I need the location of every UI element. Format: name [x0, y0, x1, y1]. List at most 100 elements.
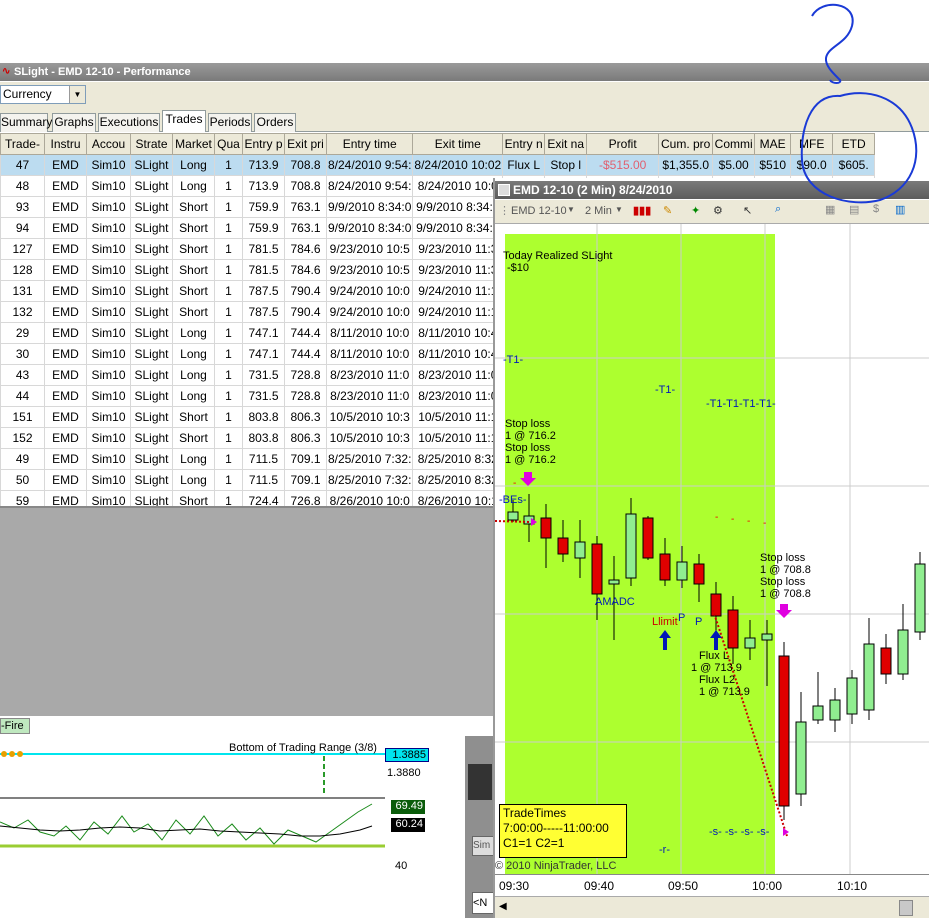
indicator-svg — [0, 751, 385, 848]
x-tick-label: 09:40 — [584, 879, 615, 893]
column-header[interactable]: Cum. pro — [658, 133, 714, 155]
candle-down — [557, 537, 569, 555]
stop-loss-label: Stop loss — [505, 418, 551, 430]
cell-qty: 1 — [214, 154, 243, 176]
table-cell: 9/23/2010 10:5 — [325, 238, 414, 260]
chevron-down-icon[interactable]: ▼ — [69, 86, 85, 103]
tab-summary[interactable]: Summary — [0, 113, 52, 132]
table-cell: 132 — [0, 301, 45, 323]
table-cell: SLight — [130, 322, 173, 344]
performance-window-title: ∿ SLight - EMD 12-10 - Performance — [0, 63, 929, 81]
candle-up — [829, 699, 841, 721]
instrument-chevron-down-icon[interactable]: ▼ — [567, 205, 575, 214]
x-tick-label: 09:50 — [668, 879, 699, 893]
chart-scrollbar[interactable]: ◀ — [495, 896, 929, 918]
candle-down — [710, 593, 722, 617]
candle-up — [744, 637, 756, 649]
tab-graphs[interactable]: Graphs — [52, 113, 96, 132]
table-cell: 1 — [214, 280, 243, 302]
table-cell: EMD — [44, 406, 87, 428]
table-cell: 784.6 — [284, 238, 327, 260]
table-row-selected[interactable]: 47 EMD Sim10 SLight Long 1 713.9 708.8 8… — [0, 154, 876, 176]
signal-label: AMADC — [595, 596, 635, 608]
indicator-icon[interactable]: ✦ — [691, 204, 700, 217]
table-cell: 759.9 — [242, 196, 285, 218]
table-cell: 781.5 — [242, 238, 285, 260]
column-header[interactable]: Instru — [44, 133, 87, 155]
indicator-tab[interactable]: -Fire — [0, 718, 30, 734]
tab-executions[interactable]: Executions — [98, 113, 160, 132]
candle-up — [574, 541, 586, 559]
table-cell: 724.4 — [242, 490, 285, 506]
column-header[interactable]: Strate — [130, 133, 173, 155]
column-header[interactable]: Entry time — [325, 133, 414, 155]
column-header[interactable]: MAE — [754, 133, 792, 155]
price-chart[interactable]: - - - - - Today Realized SLight -$10 -T1- -T… — [494, 224, 929, 874]
oscillator-badge-fast: 69.49 — [391, 800, 425, 814]
table-cell: SLight — [130, 490, 173, 506]
table-cell: 1 — [214, 238, 243, 260]
currency-select[interactable]: Currency ▼ — [0, 85, 86, 104]
circle-highlight-icon — [800, 92, 918, 204]
zoom-icon[interactable]: ⌕ — [775, 203, 781, 216]
table-cell: Short — [172, 217, 215, 239]
strategy-icon[interactable]: ⚙ — [713, 204, 723, 217]
cursor-icon[interactable]: ↖ — [743, 204, 752, 217]
copyright-text: © 2010 NinjaTrader, LLC — [495, 860, 617, 872]
column-header[interactable]: Accou — [86, 133, 131, 155]
table-cell: Sim10 — [86, 364, 131, 386]
table-cell: 790.4 — [284, 280, 327, 302]
table-cell: Sim10 — [86, 448, 131, 470]
stop-loss-qty: 1 @ 716.2 — [505, 430, 556, 442]
tab-trades[interactable]: Trades — [162, 110, 206, 132]
stop-loss-qty: 1 @ 716.2 — [505, 454, 556, 466]
partial-button[interactable]: Sim — [472, 836, 494, 856]
tab-orders[interactable]: Orders — [254, 113, 296, 132]
instrument-select[interactable]: EMD 12-10 — [511, 205, 567, 217]
table-cell: Sim10 — [86, 280, 131, 302]
p-marker: P — [695, 616, 703, 628]
time-axis: 09:30 09:40 09:50 10:00 10:10 — [495, 874, 929, 896]
table-cell: 8/23/2010 11:0 — [412, 385, 504, 407]
table-cell: EMD — [44, 196, 87, 218]
toolbar-grip-icon: ⋮ — [499, 205, 510, 217]
candle-up — [863, 643, 875, 711]
column-header[interactable]: Trade- — [0, 133, 45, 155]
scroll-left-button[interactable]: <N — [472, 892, 494, 914]
column-header[interactable]: Market — [172, 133, 215, 155]
entry-qty: 1 @ 713.9 — [691, 662, 742, 674]
table-cell: 10/5/2010 11:1 — [412, 406, 504, 428]
bar-type-icon[interactable]: ▮▮▮ — [633, 204, 651, 217]
table-cell: 726.8 — [284, 490, 327, 506]
column-header[interactable]: Exit time — [412, 133, 504, 155]
window-title-text: SLight - EMD 12-10 - Performance — [14, 66, 191, 78]
column-header[interactable]: Qua — [214, 133, 243, 155]
tab-periods[interactable]: Periods — [208, 113, 252, 132]
table-cell: EMD — [44, 469, 87, 491]
table-cell: 728.8 — [284, 364, 327, 386]
table-cell: 784.6 — [284, 259, 327, 281]
candle-up — [812, 705, 824, 721]
r-marker: -r- — [659, 844, 670, 856]
cell-exit-price: 708.8 — [284, 154, 327, 176]
scroll-left-icon[interactable]: ◀ — [499, 901, 507, 912]
column-header[interactable]: Exit na — [544, 133, 588, 155]
column-header[interactable]: Profit — [586, 133, 660, 155]
cell-account: Sim10 — [86, 154, 131, 176]
table-cell: 1 — [214, 469, 243, 491]
candle-up — [914, 563, 926, 633]
indicator-pane: Bottom of Trading Range (3/8) — [0, 736, 385, 918]
pencil-icon[interactable]: ✎ — [663, 204, 672, 217]
scroll-thumb[interactable] — [899, 900, 913, 916]
column-header[interactable]: Entry p — [242, 133, 285, 155]
interval-select[interactable]: 2 Min — [585, 205, 612, 217]
table-cell: 9/9/2010 8:34:0 — [412, 196, 504, 218]
column-header[interactable]: Commi — [712, 133, 756, 155]
table-cell: 1 — [214, 196, 243, 218]
column-header[interactable]: Exit pri — [284, 133, 327, 155]
table-cell: Short — [172, 427, 215, 449]
interval-chevron-down-icon[interactable]: ▼ — [615, 205, 623, 214]
column-header[interactable]: Entry n — [502, 133, 546, 155]
table-cell: 731.5 — [242, 364, 285, 386]
table-cell: Short — [172, 196, 215, 218]
